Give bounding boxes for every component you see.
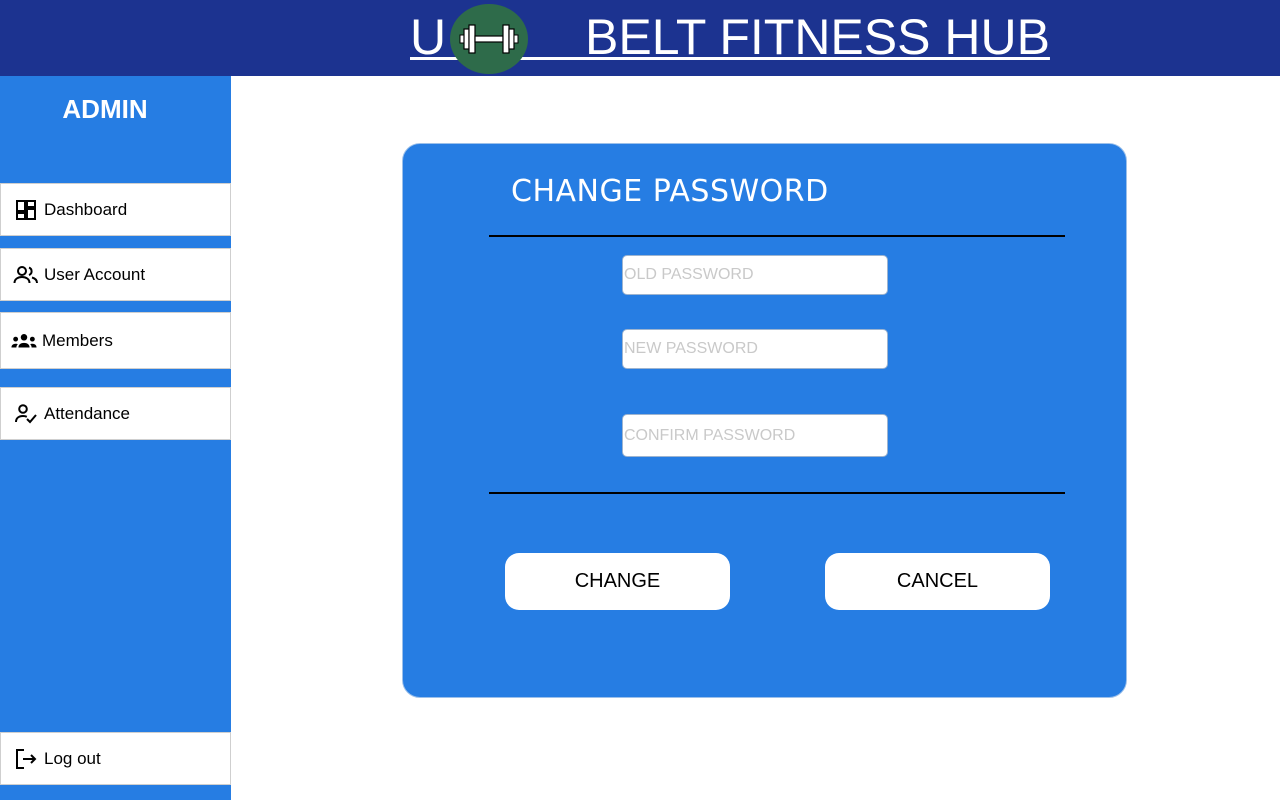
attendance-icon xyxy=(13,401,39,427)
top-divider xyxy=(489,235,1065,237)
sidebar-item-dashboard[interactable]: Dashboard xyxy=(0,183,231,236)
logout-label: Log out xyxy=(44,748,101,768)
sidebar-item-label: Attendance xyxy=(44,403,131,423)
sidebar-item-label: User Account xyxy=(44,264,146,284)
logout-icon xyxy=(13,746,39,772)
sidebar-title: ADMIN xyxy=(62,94,148,124)
cancel-button[interactable]: CANCEL xyxy=(825,553,1050,610)
sidebar-item-attendance[interactable]: Attendance xyxy=(0,387,231,440)
members-icon xyxy=(11,328,37,354)
sidebar-item-label: Dashboard xyxy=(44,199,128,219)
change-button[interactable]: CHANGE xyxy=(505,553,730,610)
sidebar-item-label: Members xyxy=(42,330,113,350)
logout-button[interactable]: Log out xyxy=(0,732,231,785)
sidebar-item-user-account[interactable]: User Account xyxy=(0,248,231,301)
dumbbell-icon xyxy=(450,4,528,74)
change-password-panel: CHANGE PASSWORD CHANGE CANCEL xyxy=(402,143,1127,698)
sidebar-item-members[interactable]: Members xyxy=(0,312,231,369)
user-account-icon xyxy=(13,262,39,288)
old-password-input[interactable] xyxy=(622,255,888,295)
confirm-password-input[interactable] xyxy=(622,414,888,457)
sidebar: ADMIN Dashboard User Account Members Att… xyxy=(0,76,231,800)
new-password-input[interactable] xyxy=(622,329,888,369)
dashboard-icon xyxy=(13,197,39,223)
app-header: U BELT FITNESS HUB xyxy=(0,0,1280,76)
panel-title: CHANGE PASSWORD xyxy=(511,174,829,209)
bottom-divider xyxy=(489,492,1065,494)
